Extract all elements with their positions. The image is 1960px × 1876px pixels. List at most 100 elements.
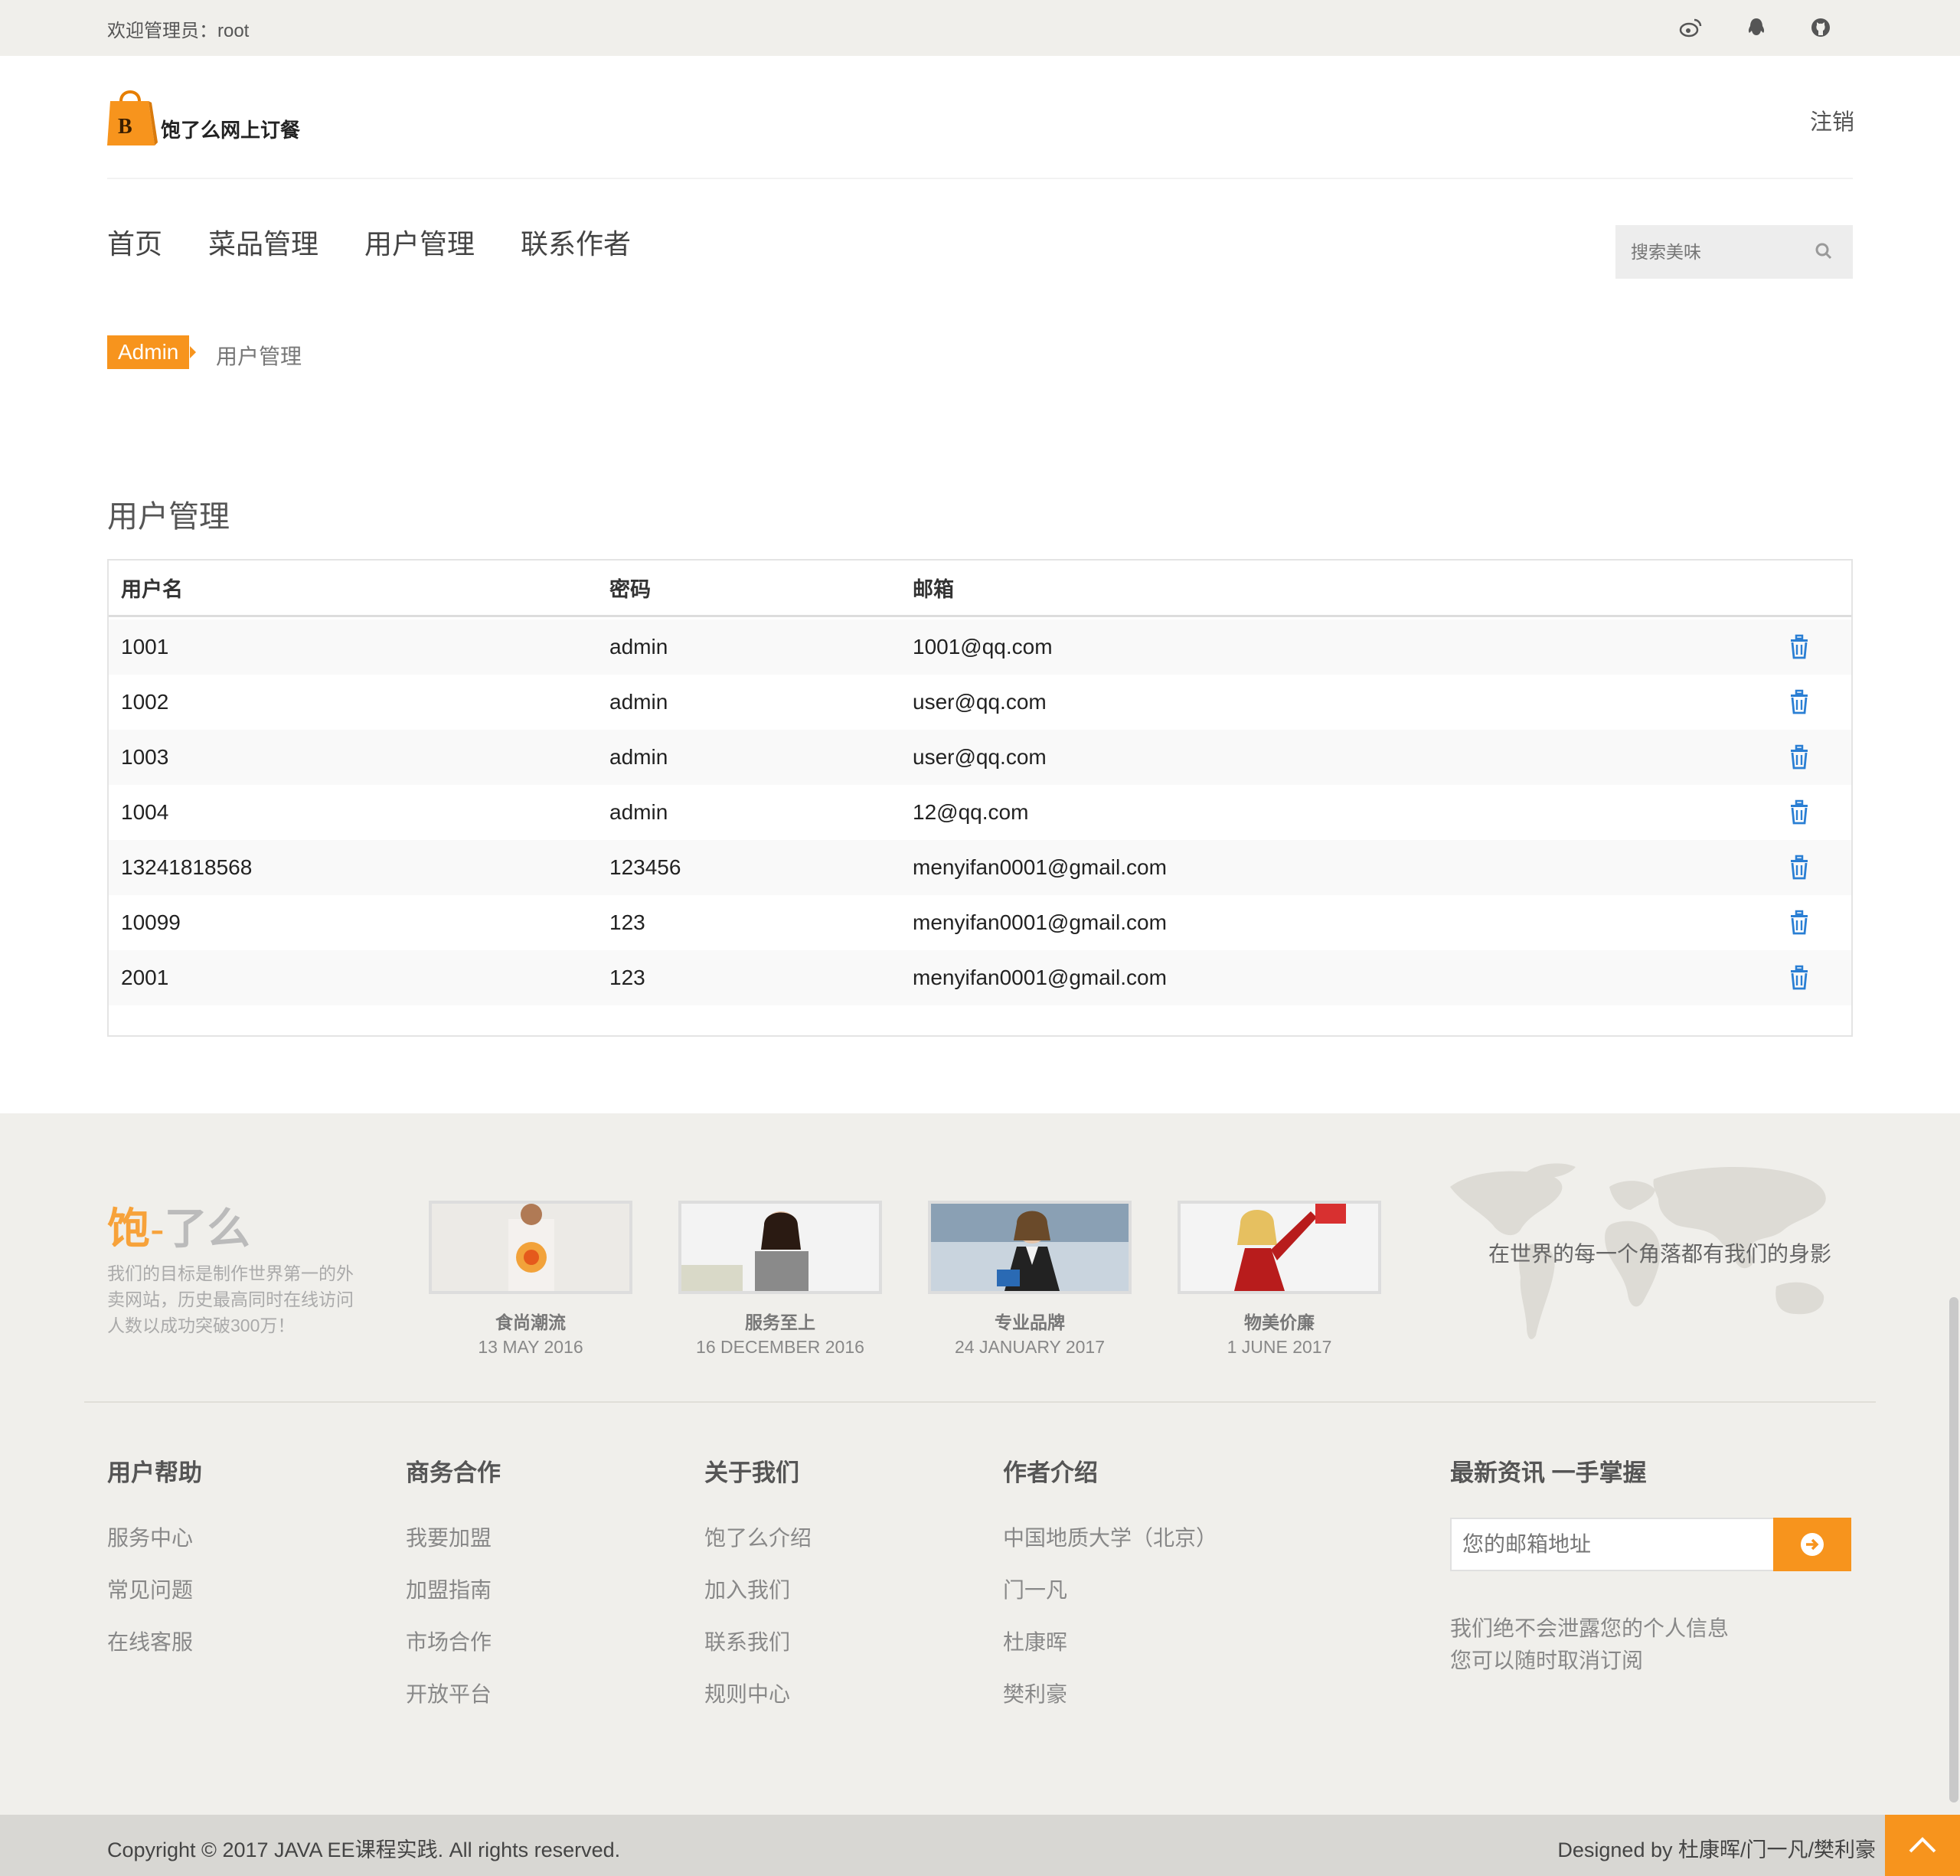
news-card[interactable]: 物美价廉 1 JUNE 2017 <box>1178 1201 1381 1358</box>
qq-icon[interactable] <box>1744 15 1769 40</box>
cell-email: menyifan0001@gmail.com <box>913 855 1167 879</box>
news-date: 24 JANUARY 2017 <box>954 1337 1106 1357</box>
news-title: 食尚潮流 <box>495 1312 566 1332</box>
table-row: 1002 admin user@qq.com <box>109 675 1851 730</box>
footer-link[interactable]: 加入我们 <box>704 1574 812 1604</box>
footer-link[interactable]: 开放平台 <box>406 1678 501 1708</box>
cell-email: menyifan0001@gmail.com <box>913 966 1167 989</box>
delete-icon[interactable] <box>1784 950 1815 1005</box>
footer-link[interactable]: 常见问题 <box>107 1574 202 1604</box>
cell-email: 1001@qq.com <box>913 635 1053 659</box>
brand-rest: 了么 <box>164 1204 250 1253</box>
copyright-text: Copyright © 2017 JAVA EE课程实践. All rights… <box>107 1838 621 1861</box>
news-image[interactable] <box>678 1201 882 1294</box>
footer-link[interactable]: 联系我们 <box>704 1626 812 1656</box>
cell-username: 1004 <box>121 800 169 824</box>
delete-icon[interactable] <box>1784 730 1815 785</box>
logo-letter: B <box>118 115 132 139</box>
column-header-password: 密码 <box>609 578 651 601</box>
delete-icon[interactable] <box>1784 785 1815 840</box>
news-date: 13 MAY 2016 <box>478 1337 583 1357</box>
footer-link[interactable]: 服务中心 <box>107 1521 202 1552</box>
footer-link[interactable]: 饱了么介绍 <box>704 1521 812 1552</box>
nav-item-contact[interactable]: 联系作者 <box>521 222 631 262</box>
table-row: 1004 admin 12@qq.com <box>109 785 1851 840</box>
column-header-username: 用户名 <box>121 578 183 601</box>
table-row: 10099 123 menyifan0001@gmail.com <box>109 895 1851 950</box>
news-card[interactable]: 服务至上 16 DECEMBER 2016 <box>678 1201 882 1358</box>
main-nav: 首页 菜品管理 用户管理 联系作者 <box>107 222 677 262</box>
news-card[interactable]: 专业品牌 24 JANUARY 2017 <box>928 1201 1132 1358</box>
news-image[interactable] <box>928 1201 1132 1294</box>
news-date: 16 DECEMBER 2016 <box>696 1337 864 1357</box>
footer-link[interactable]: 在线客服 <box>107 1626 202 1656</box>
page-title: 用户管理 <box>107 500 230 534</box>
cell-password: admin <box>609 690 668 714</box>
subscribe-email-input[interactable] <box>1452 1519 1773 1570</box>
weibo-icon[interactable] <box>1678 15 1703 40</box>
nav-item-home[interactable]: 首页 <box>107 222 162 262</box>
footer-link[interactable]: 杜康晖 <box>1003 1626 1217 1656</box>
brand-main: 饱 <box>107 1204 150 1253</box>
delete-icon[interactable] <box>1784 619 1815 675</box>
back-to-top-button[interactable] <box>1885 1815 1960 1876</box>
header-divider <box>107 178 1853 179</box>
top-bar: 欢迎管理员：root <box>0 0 1960 56</box>
footer-divider <box>84 1401 1876 1403</box>
footer-link[interactable]: 我要加盟 <box>406 1521 501 1552</box>
logout-link[interactable]: 注销 <box>1810 104 1854 136</box>
cell-password: 123 <box>609 910 645 934</box>
table-row: 13241818568 123456 menyifan0001@gmail.com <box>109 840 1851 895</box>
nav-item-dishes[interactable]: 菜品管理 <box>208 222 318 262</box>
news-title: 专业品牌 <box>995 1312 1065 1332</box>
breadcrumb-admin[interactable]: Admin <box>107 335 190 369</box>
search-input[interactable] <box>1615 225 1799 279</box>
github-icon[interactable] <box>1808 15 1833 40</box>
delete-icon[interactable] <box>1784 840 1815 895</box>
footer-column-title: 作者介绍 <box>1003 1459 1098 1486</box>
news-image[interactable] <box>1178 1201 1381 1294</box>
footer-link[interactable]: 加盟指南 <box>406 1574 501 1604</box>
cell-username: 1003 <box>121 745 169 769</box>
footer-link[interactable]: 市场合作 <box>406 1626 501 1656</box>
footer-column-authors: 作者介绍 中国地质大学（北京） 门一凡 杜康晖 樊利豪 <box>1003 1453 1217 1730</box>
news-image[interactable] <box>429 1201 632 1294</box>
cell-email: menyifan0001@gmail.com <box>913 910 1167 934</box>
subscribe-note-line1: 我们绝不会泄露您的个人信息 <box>1450 1616 1730 1640</box>
designed-by-text: Designed by 杜康晖/门一凡/樊利豪 <box>1557 1838 1876 1861</box>
arrow-circle-right-icon <box>1801 1533 1824 1556</box>
cell-email: 12@qq.com <box>913 800 1029 824</box>
footer-link[interactable]: 门一凡 <box>1003 1574 1217 1604</box>
footer-column-title: 关于我们 <box>704 1459 799 1486</box>
cell-password: admin <box>609 745 668 769</box>
brand-description: 我们的目标是制作世界第一的外卖网站，历史最高同时在线访问人数以成功突破300万！ <box>107 1263 354 1335</box>
delete-icon[interactable] <box>1784 895 1815 950</box>
logo-text[interactable]: 饱了么网上订餐 <box>161 115 300 143</box>
welcome-text: 欢迎管理员：root <box>107 21 250 41</box>
search-box <box>1615 225 1853 279</box>
cell-email: user@qq.com <box>913 745 1047 769</box>
delete-icon[interactable] <box>1784 675 1815 730</box>
cell-password: admin <box>609 635 668 659</box>
search-icon[interactable] <box>1813 240 1834 266</box>
brand-dash: - <box>150 1204 165 1253</box>
subscribe-button[interactable] <box>1773 1518 1851 1571</box>
cell-password: admin <box>609 800 668 824</box>
scrollbar[interactable] <box>1949 1297 1958 1802</box>
footer-link[interactable]: 规则中心 <box>704 1678 812 1708</box>
user-table: 用户名 密码 邮箱 1001 admin 1001@qq.com 1002 admin u… <box>107 559 1853 1037</box>
column-header-email: 邮箱 <box>913 578 954 601</box>
bottom-bar: Copyright © 2017 JAVA EE课程实践. All rights… <box>0 1815 1960 1876</box>
table-header: 用户名 密码 邮箱 <box>109 561 1851 617</box>
news-date: 1 JUNE 2017 <box>1227 1337 1332 1357</box>
news-title: 物美价廉 <box>1244 1312 1315 1332</box>
world-tagline: 在世界的每一个角落都有我们的身影 <box>1488 1242 1832 1266</box>
news-card[interactable]: 食尚潮流 13 MAY 2016 <box>429 1201 632 1358</box>
cell-username: 1002 <box>121 690 169 714</box>
footer-link[interactable]: 樊利豪 <box>1003 1678 1217 1708</box>
subscribe-title: 最新资讯 一手掌握 <box>1450 1459 1647 1486</box>
nav-item-users[interactable]: 用户管理 <box>364 222 475 262</box>
footer-link[interactable]: 中国地质大学（北京） <box>1003 1521 1217 1552</box>
breadcrumb-arrow <box>190 346 196 358</box>
cell-username: 10099 <box>121 910 181 934</box>
